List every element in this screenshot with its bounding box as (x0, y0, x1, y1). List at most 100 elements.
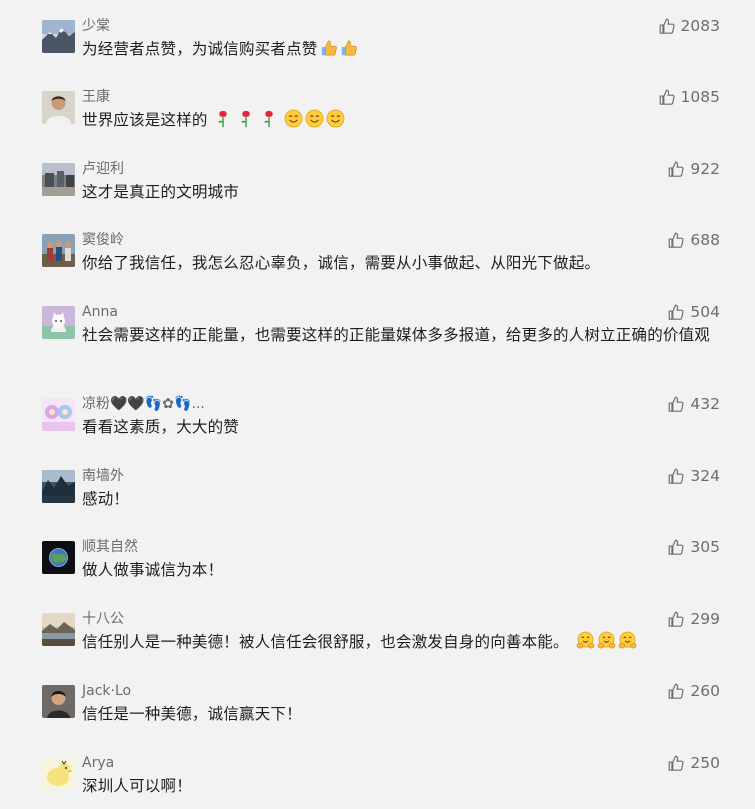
avatar[interactable] (42, 685, 75, 718)
thumbs-up-icon (667, 160, 685, 178)
comment-text-body: 做人做事诚信为本！ (82, 561, 224, 579)
user-name[interactable]: Anna (82, 302, 118, 322)
avatar-group-image (42, 234, 75, 267)
comment-text-body: 感动！ (82, 490, 130, 508)
smiley-emoji (326, 109, 345, 134)
avatar-cat-image (42, 306, 75, 339)
comment-feed: 少棠 2083 为经营者点赞，为诚信购买者点赞 王康 1085 世界应该是这样的… (0, 0, 755, 809)
rose-emoji (261, 110, 277, 134)
like-button[interactable]: 1085 (658, 86, 720, 108)
like-count: 260 (690, 682, 720, 700)
avatar-planet-image (42, 541, 75, 574)
user-name[interactable]: Jack·Lo (82, 681, 131, 701)
thumbs-up-emoji (340, 39, 358, 63)
thumbs-up-icon (667, 395, 685, 413)
user-name[interactable]: Arya (82, 753, 114, 773)
thumbs-up-icon (667, 538, 685, 556)
avatar-person-image (42, 91, 75, 124)
comment-text-body: 你给了我信任，我怎么忍心辜负，诚信，需要从小事做起、从阳光下做起。 (82, 254, 601, 272)
hug-emoji (618, 631, 637, 656)
like-count: 922 (690, 160, 720, 178)
user-name[interactable]: 凉粉🖤🖤👣✿👣... (82, 394, 205, 414)
smiley-emoji (305, 109, 324, 134)
like-count: 305 (690, 538, 720, 556)
comment-text: 这才是真正的文明城市 (82, 181, 717, 203)
avatar[interactable] (42, 163, 75, 196)
rose-emoji (215, 110, 231, 134)
like-count: 688 (690, 231, 720, 249)
like-count: 250 (690, 754, 720, 772)
comment-text: 信任别人是一种美德！被人信任会很舒服，也会激发自身的向善本能。 (82, 631, 717, 656)
comment-text-body: 信任是一种美德，诚信赢天下！ (82, 705, 302, 723)
avatar-mountain-image (42, 20, 75, 53)
avatar[interactable] (42, 91, 75, 124)
user-name[interactable]: 十八公 (82, 609, 124, 629)
avatar[interactable] (42, 541, 75, 574)
thumbs-up-icon (658, 17, 676, 35)
like-button[interactable]: 260 (667, 680, 720, 702)
user-name[interactable]: 窦俊岭 (82, 230, 124, 250)
comment-text: 感动！ (82, 488, 717, 510)
comment-text: 为经营者点赞，为诚信购买者点赞 (82, 38, 717, 63)
comment-text: 世界应该是这样的 (82, 109, 717, 134)
avatar[interactable] (42, 234, 75, 267)
user-name[interactable]: 南墙外 (82, 466, 124, 486)
like-button[interactable]: 922 (667, 158, 720, 180)
avatar-landscape-image (42, 470, 75, 503)
comment-text-body: 世界应该是这样的 (82, 111, 208, 129)
avatar[interactable] (42, 306, 75, 339)
comment-text: 社会需要这样的正能量，也需要这样的正能量媒体多多报道，给更多的人树立正确的价值观 (82, 324, 717, 346)
thumbs-up-icon (658, 88, 676, 106)
like-count: 2083 (680, 17, 720, 35)
comment-text: 看看这素质，大大的赞 (82, 416, 717, 438)
like-button[interactable]: 432 (667, 393, 720, 415)
avatar-cartoon-image (42, 757, 75, 790)
avatar-anime-image (42, 398, 75, 431)
avatar-lake-image (42, 613, 75, 646)
smiley-emoji (284, 109, 303, 134)
like-count: 432 (690, 395, 720, 413)
thumbs-up-icon (667, 467, 685, 485)
avatar[interactable] (42, 20, 75, 53)
like-count: 299 (690, 610, 720, 628)
comment-text-body: 这才是真正的文明城市 (82, 183, 240, 201)
comment-text-body: 看看这素质，大大的赞 (82, 418, 240, 436)
thumbs-up-emoji (320, 39, 338, 63)
like-button[interactable]: 305 (667, 536, 720, 558)
like-button[interactable]: 324 (667, 465, 720, 487)
avatar-street-image (42, 163, 75, 196)
rose-emoji (238, 110, 254, 134)
like-button[interactable]: 688 (667, 229, 720, 251)
comment-text-body: 为经营者点赞，为诚信购买者点赞 (82, 40, 318, 58)
like-count: 504 (690, 303, 720, 321)
like-button[interactable]: 504 (667, 301, 720, 323)
comment-text-body: 社会需要这样的正能量，也需要这样的正能量媒体多多报道，给更多的人树立正确的价值观 (82, 326, 711, 344)
thumbs-up-icon (667, 610, 685, 628)
thumbs-up-icon (667, 303, 685, 321)
user-name[interactable]: 王康 (82, 87, 110, 107)
hug-emoji (597, 631, 616, 656)
user-name[interactable]: 卢迎利 (82, 159, 124, 179)
thumbs-up-icon (667, 754, 685, 772)
like-count: 1085 (680, 88, 720, 106)
user-name[interactable]: 少棠 (82, 16, 110, 36)
comment-text: 你给了我信任，我怎么忍心辜负，诚信，需要从小事做起、从阳光下做起。 (82, 252, 717, 274)
thumbs-up-icon (667, 682, 685, 700)
like-count: 324 (690, 467, 720, 485)
avatar[interactable] (42, 757, 75, 790)
comment-text: 做人做事诚信为本！ (82, 559, 717, 581)
comment-text: 深圳人可以啊！ (82, 775, 717, 797)
like-button[interactable]: 299 (667, 608, 720, 630)
avatar[interactable] (42, 613, 75, 646)
like-button[interactable]: 2083 (658, 15, 720, 37)
avatar-person-image (42, 685, 75, 718)
user-name[interactable]: 顺其自然 (82, 537, 138, 557)
comment-text-body: 深圳人可以啊！ (82, 777, 192, 795)
thumbs-up-icon (667, 231, 685, 249)
like-button[interactable]: 250 (667, 752, 720, 774)
comment-text-body: 信任别人是一种美德！被人信任会很舒服，也会激发自身的向善本能。 (82, 633, 569, 651)
avatar[interactable] (42, 470, 75, 503)
comment-text: 信任是一种美德，诚信赢天下！ (82, 703, 717, 725)
avatar[interactable] (42, 398, 75, 431)
hug-emoji (576, 631, 595, 656)
